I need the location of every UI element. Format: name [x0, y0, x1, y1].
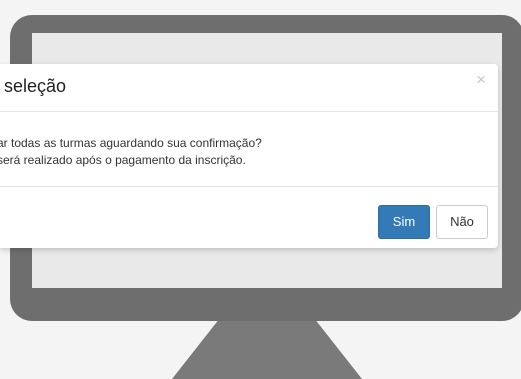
close-icon[interactable]: × [476, 70, 486, 90]
dialog-body: ar todas as turmas aguardando sua confir… [0, 112, 498, 187]
dialog-message-line-2: será realizado após o pagamento da inscr… [0, 153, 246, 167]
dialog-title: r seleção [0, 76, 67, 96]
confirm-button[interactable]: Sim [378, 205, 430, 239]
dialog-header: r seleção × [0, 64, 498, 112]
confirmation-dialog: r seleção × ar todas as turmas aguardand… [0, 64, 498, 248]
monitor-stand [172, 321, 362, 379]
dialog-message-line-1: ar todas as turmas aguardando sua confir… [0, 136, 262, 150]
cancel-button[interactable]: Não [436, 205, 488, 239]
